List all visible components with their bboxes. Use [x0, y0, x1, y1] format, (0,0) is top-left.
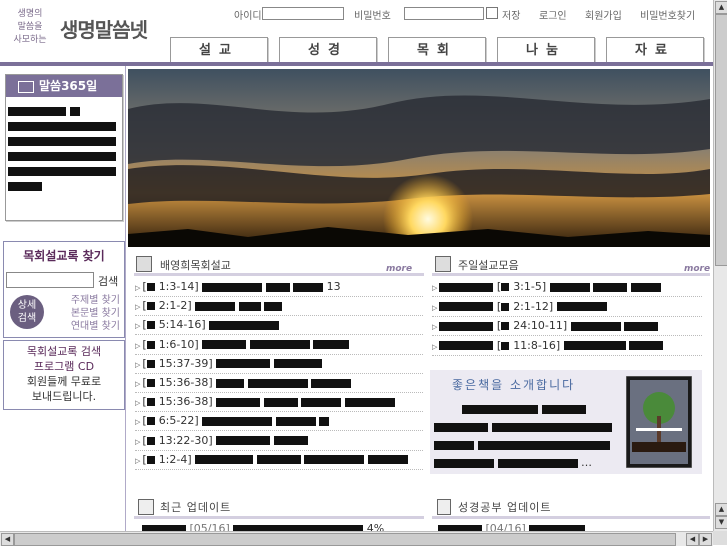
cd-promo-line4: 보내드립니다. — [31, 390, 97, 403]
sermon-list-item[interactable]: ▷[15:37-39] — [135, 354, 423, 374]
sunday-sermon-list-item[interactable]: ▷ [2:1-12] — [432, 297, 702, 317]
vertical-scroll-thumb[interactable] — [715, 14, 727, 266]
sermon-list-item[interactable]: ▷[15:36-38] — [135, 373, 423, 393]
tagline-line-1: 생명의 — [17, 9, 43, 19]
sermon-number: 13 — [326, 280, 341, 293]
nav-ministry[interactable]: 목회 — [388, 37, 486, 65]
sermon-reference: 1:6-10] — [158, 337, 199, 351]
sermon-reference: 13:22-30] — [158, 433, 213, 447]
tagline-line-3: 사모하는 — [13, 35, 47, 45]
sermon-reference: 2:1-2] — [158, 299, 192, 313]
document-icon — [138, 499, 154, 515]
bible-study-title[interactable]: 성경공부 업데이트 — [458, 499, 551, 515]
id-label: 아이디 — [234, 11, 262, 22]
detail-search-button[interactable]: 상세 검색 — [10, 295, 44, 329]
search-button[interactable]: 검색 — [98, 273, 118, 289]
scroll-down-button-1[interactable]: ▲ — [715, 503, 727, 516]
password-label: 비밀번호 — [354, 11, 391, 22]
sermon-search-box: 목회설교록 찾기 검색 상세 검색 주제별 찾기 본문별 찾기 연대별 찾기 — [3, 241, 125, 338]
save-checkbox[interactable] — [486, 7, 498, 19]
pastor-sermon-title[interactable]: 배영희목회설교 — [160, 257, 231, 273]
daily-word-text — [6, 97, 122, 193]
tagline-line-2: 말씀을 — [17, 22, 43, 32]
scroll-left-button-2[interactable]: ◀ — [686, 533, 699, 546]
sunday-sermon-reference: 24:10-11] — [513, 319, 568, 332]
document-icon — [136, 256, 152, 272]
cd-promo-line1: 목회설교록 검색 — [26, 345, 102, 358]
bible-study-underline — [432, 516, 710, 519]
sermon-list-item[interactable]: ▷[2:1-2] — [135, 296, 423, 317]
save-label: 저장 — [502, 11, 521, 22]
sunday-sermon-underline — [432, 273, 710, 276]
sunday-sermon-reference: 3:1-5] — [513, 280, 547, 293]
cd-promo-box[interactable]: 목회설교록 검색 프로그램 CD 회원들께 무료로 보내드립니다. — [3, 340, 125, 410]
book-icon — [18, 80, 34, 93]
detail-search-line1: 상세 — [17, 300, 37, 311]
id-input[interactable] — [262, 7, 344, 20]
vertical-scrollbar[interactable]: ▲ ▲ ▼ — [713, 0, 727, 531]
sermon-reference: 6:5-22] — [158, 414, 199, 428]
find-links: 주제별 찾기 본문별 찾기 연대별 찾기 — [54, 294, 120, 333]
sermon-list-item[interactable]: ▷[1:6-10] — [135, 335, 423, 355]
sermon-search-input[interactable] — [6, 272, 94, 288]
find-by-text-link[interactable]: 본문별 찾기 — [54, 307, 120, 320]
sermon-list-item[interactable]: ▷[5:14-16] — [135, 315, 423, 336]
daily-word-box: 말씀365일 — [5, 74, 123, 221]
clipboard-icon — [437, 499, 451, 515]
sermon-reference: 1:3-14] — [158, 280, 199, 293]
horizontal-scrollbar[interactable]: ◀ ◀ ▶ — [0, 531, 713, 546]
detail-search-line2: 검색 — [17, 313, 37, 324]
sermon-reference: 15:36-38] — [158, 376, 213, 389]
sunday-sermon-reference: 11:8-16] — [513, 338, 561, 352]
pastor-sermon-underline — [134, 273, 424, 276]
password-input[interactable] — [404, 7, 484, 20]
book-cover-image[interactable] — [626, 376, 692, 468]
scroll-down-button-2[interactable]: ▼ — [715, 516, 727, 529]
book-promo-title: 좋은책을 소개합니다 — [452, 378, 576, 392]
book-promo-text: … — [434, 400, 622, 472]
sunday-sermon-list-item[interactable]: ▷ [3:1-5] — [432, 277, 702, 297]
document-icon — [435, 256, 451, 272]
horizontal-scroll-thumb[interactable] — [14, 533, 676, 546]
find-password-link[interactable]: 비밀번호찾기 — [640, 7, 695, 22]
sermon-list-item[interactable]: ▷[15:36-38] — [135, 392, 423, 413]
sunday-sermon-title[interactable]: 주일설교모음 — [458, 257, 519, 273]
scroll-left-button[interactable]: ◀ — [1, 533, 14, 546]
scroll-corner — [713, 531, 727, 545]
find-by-topic-link[interactable]: 주제별 찾기 — [54, 294, 120, 307]
book-promo-box[interactable]: 좋은책을 소개합니다 … — [430, 370, 702, 474]
sermon-reference: 15:37-39] — [158, 356, 213, 370]
sunday-sermon-list-item[interactable]: ▷ [11:8-16] — [432, 336, 702, 356]
recent-update-underline — [134, 516, 424, 519]
cd-promo-line3: 회원들께 무료로 — [26, 375, 102, 388]
find-by-year-link[interactable]: 연대별 찾기 — [54, 320, 120, 333]
daily-word-title: 말씀365일 — [39, 79, 98, 93]
login-link[interactable]: 로그인 — [539, 7, 567, 22]
daily-word-header: 말씀365일 — [6, 75, 122, 97]
sermon-list-item[interactable]: ▷[1:3-14] 13 — [135, 277, 423, 297]
sermon-reference: 5:14-16] — [158, 318, 206, 332]
recent-update-title[interactable]: 최근 업데이트 — [160, 499, 231, 515]
nav-bible[interactable]: 성경 — [279, 37, 377, 65]
site-logo[interactable]: 생명말씀넷 — [60, 14, 148, 43]
nav-resources[interactable]: 자료 — [606, 37, 704, 65]
sunday-sermon-list-item[interactable]: ▷ [24:10-11] — [432, 316, 702, 336]
nav-sermon[interactable]: 설교 — [170, 37, 268, 65]
scroll-right-button[interactable]: ▶ — [699, 533, 712, 546]
sunset-hero-image — [128, 69, 710, 247]
sermon-reference: 1:2-4] — [158, 452, 192, 466]
scroll-up-button[interactable]: ▲ — [715, 1, 727, 14]
sunday-sermon-reference: 2:1-12] — [513, 299, 554, 313]
join-link[interactable]: 회원가입 — [585, 7, 622, 22]
nav-sharing[interactable]: 나눔 — [497, 37, 595, 65]
sermon-search-title: 목회설교록 찾기 — [23, 249, 105, 263]
sermon-reference: 15:36-38] — [158, 395, 213, 409]
site-tagline: 생명의 말씀을 사모하는 — [8, 8, 52, 47]
sermon-list-item[interactable]: ▷[13:22-30] — [135, 431, 423, 451]
sidebar-divider — [125, 66, 126, 531]
sermon-list-item[interactable]: ▷[1:2-4] — [135, 450, 423, 470]
cd-promo-line2: 프로그램 CD — [33, 360, 95, 373]
nav-divider — [0, 62, 713, 66]
sermon-list-item[interactable]: ▷[6:5-22] — [135, 411, 423, 432]
